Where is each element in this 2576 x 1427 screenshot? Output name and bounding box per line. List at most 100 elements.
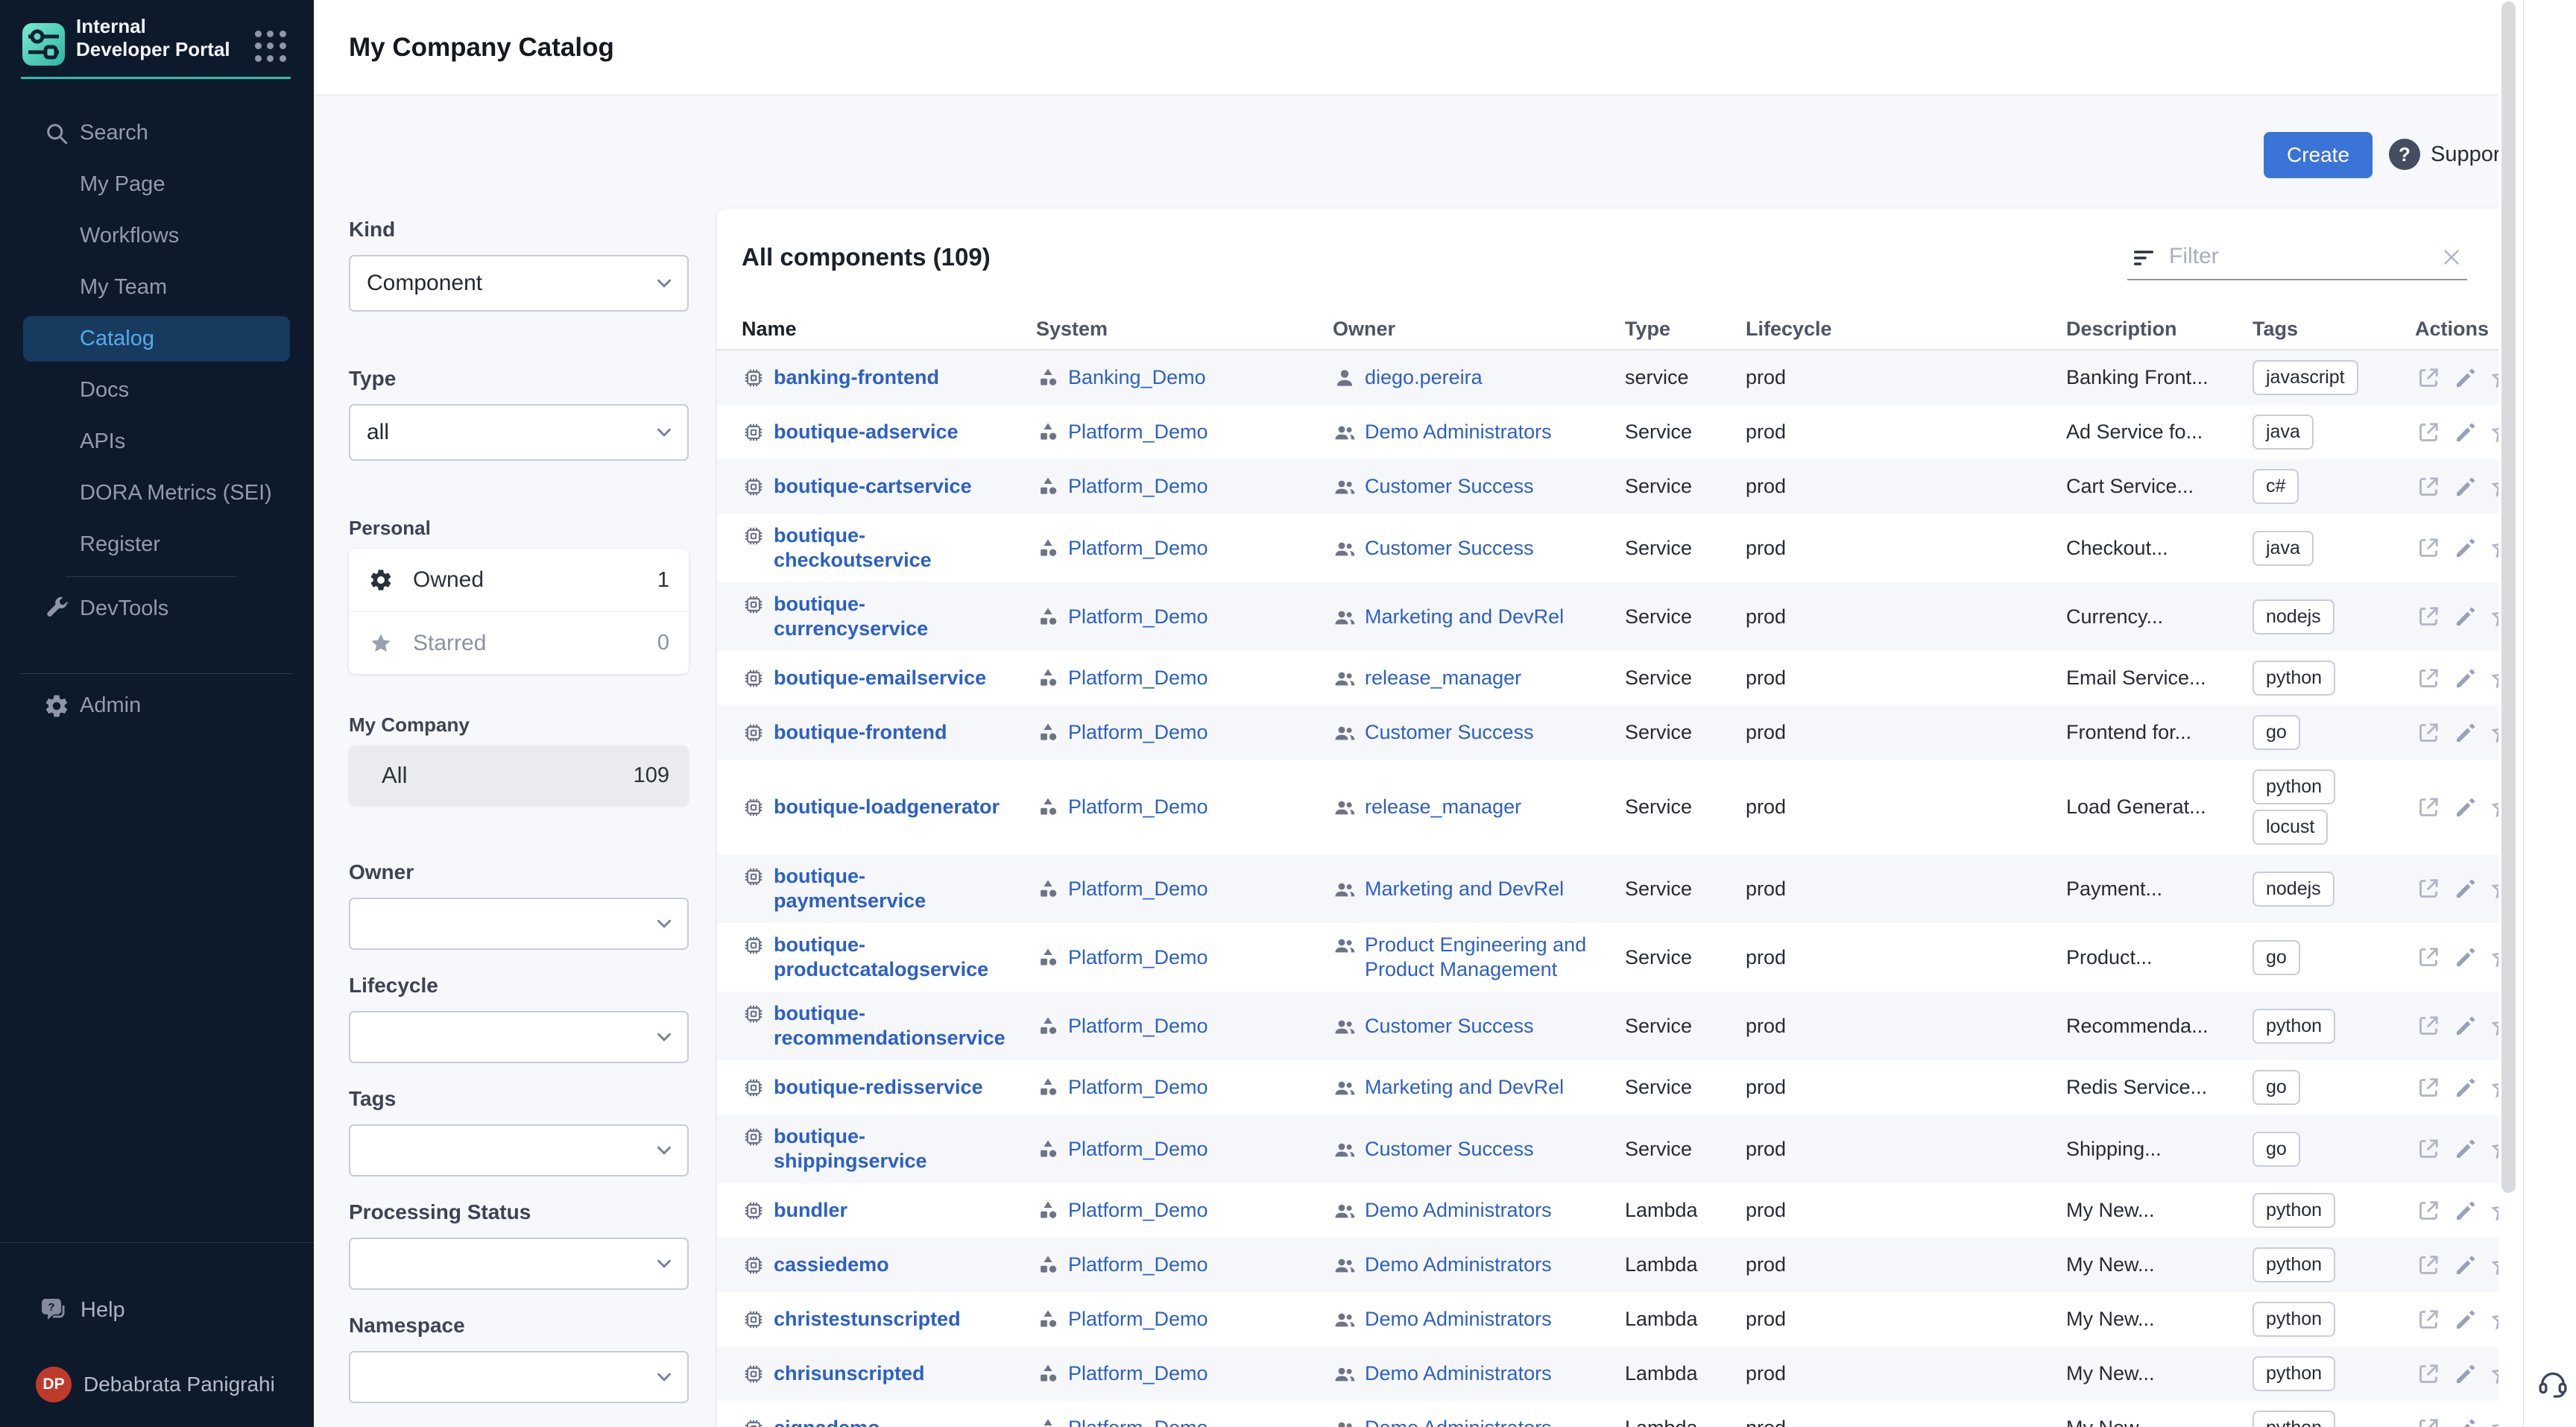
scrollbar-thumb[interactable]: [2501, 1, 2516, 1193]
component-name-link[interactable]: boutique-currencyservice: [774, 592, 1012, 641]
open-in-new-button[interactable]: [2415, 1306, 2442, 1333]
component-name-link[interactable]: cignademo: [774, 1416, 880, 1427]
owner-link[interactable]: Customer Success: [1365, 1137, 1534, 1162]
owner-link[interactable]: Customer Success: [1365, 1014, 1534, 1039]
component-name-link[interactable]: banking-frontend: [774, 365, 939, 390]
sidebar-user[interactable]: DP Debabrata Panigrahi: [0, 1358, 314, 1411]
sidebar-item-workflows[interactable]: Workflows: [0, 210, 314, 262]
sidebar-item-my-page[interactable]: My Page: [0, 159, 314, 210]
table-row[interactable]: boutique-currencyservicePlatform_DemoMar…: [717, 582, 2507, 651]
sidebar-item-register[interactable]: Register: [0, 519, 314, 570]
edit-button[interactable]: [2452, 365, 2479, 391]
table-row[interactable]: boutique-adservicePlatform_DemoDemo Admi…: [717, 405, 2507, 459]
edit-button[interactable]: [2452, 1074, 2479, 1101]
table-row[interactable]: cignademoPlatform_DemoDemo Administrator…: [717, 1401, 2507, 1427]
filter-starred[interactable]: Starred 0: [349, 611, 689, 674]
sidebar-item-apis[interactable]: APIs: [0, 416, 314, 467]
component-name-link[interactable]: boutique-paymentservice: [774, 864, 1012, 913]
open-in-new-button[interactable]: [2415, 1012, 2442, 1039]
open-in-new-button[interactable]: [2415, 719, 2442, 746]
sidebar-item-dora-metrics-sei[interactable]: DORA Metrics (SEI): [0, 467, 314, 519]
system-link[interactable]: Platform_Demo: [1068, 877, 1208, 901]
open-in-new-button[interactable]: [2415, 1074, 2442, 1101]
owner-link[interactable]: Customer Success: [1365, 474, 1534, 499]
component-name-link[interactable]: boutique-loadgenerator: [774, 795, 1000, 819]
table-row[interactable]: boutique-loadgeneratorPlatform_Demorelea…: [717, 760, 2507, 854]
owner-select[interactable]: [349, 898, 689, 950]
edit-button[interactable]: [2452, 875, 2479, 902]
component-name-link[interactable]: christestunscripted: [774, 1307, 961, 1332]
filter-all[interactable]: All 109: [349, 746, 689, 805]
owner-link[interactable]: Demo Administrators: [1365, 1198, 1552, 1223]
open-in-new-button[interactable]: [2415, 665, 2442, 692]
component-name-link[interactable]: boutique-adservice: [774, 420, 959, 444]
table-row[interactable]: bundlerPlatform_DemoDemo AdministratorsL…: [717, 1183, 2507, 1238]
edit-button[interactable]: [2452, 944, 2479, 971]
component-name-link[interactable]: boutique-emailservice: [774, 666, 986, 690]
owner-link[interactable]: Customer Success: [1365, 536, 1534, 561]
table-row[interactable]: boutique-cartservicePlatform_DemoCustome…: [717, 459, 2507, 514]
sidebar-item-devtools[interactable]: DevTools: [0, 583, 314, 634]
open-in-new-button[interactable]: [2415, 473, 2442, 500]
table-row[interactable]: boutique-redisservicePlatform_DemoMarket…: [717, 1060, 2507, 1115]
edit-button[interactable]: [2452, 473, 2479, 500]
component-name-link[interactable]: boutique-recommendationservice: [774, 1001, 1012, 1050]
system-link[interactable]: Platform_Demo: [1068, 945, 1208, 970]
edit-button[interactable]: [2452, 719, 2479, 746]
open-in-new-button[interactable]: [2415, 603, 2442, 630]
component-name-link[interactable]: bundler: [774, 1198, 847, 1223]
edit-button[interactable]: [2452, 1361, 2479, 1387]
open-in-new-button[interactable]: [2415, 419, 2442, 446]
table-row[interactable]: boutique-recommendationservice Platform_D…: [717, 992, 2507, 1060]
edit-button[interactable]: [2452, 1012, 2479, 1039]
system-link[interactable]: Platform_Demo: [1068, 1075, 1208, 1100]
support-link[interactable]: ? Support: [2389, 139, 2507, 170]
edit-button[interactable]: [2452, 419, 2479, 446]
owner-link[interactable]: Marketing and DevRel: [1365, 877, 1564, 901]
system-link[interactable]: Platform_Demo: [1068, 474, 1208, 499]
open-in-new-button[interactable]: [2415, 944, 2442, 971]
owner-link[interactable]: Marketing and DevRel: [1365, 1075, 1564, 1100]
open-in-new-button[interactable]: [2415, 365, 2442, 391]
table-row[interactable]: boutique-productcatalogservice Platform_D…: [717, 923, 2507, 992]
owner-link[interactable]: Demo Administrators: [1365, 420, 1552, 444]
open-in-new-button[interactable]: [2415, 1252, 2442, 1279]
owner-link[interactable]: Demo Administrators: [1365, 1253, 1552, 1277]
component-name-link[interactable]: chrisunscripted: [774, 1361, 925, 1386]
component-name-link[interactable]: boutique-checkoutservice: [774, 523, 1012, 573]
system-link[interactable]: Platform_Demo: [1068, 1361, 1208, 1386]
system-link[interactable]: Platform_Demo: [1068, 795, 1208, 819]
system-link[interactable]: Platform_Demo: [1068, 1253, 1208, 1277]
sidebar-item-catalog[interactable]: Catalog: [0, 313, 314, 365]
system-link[interactable]: Platform_Demo: [1068, 1307, 1208, 1332]
table-row[interactable]: chrisunscriptedPlatform_DemoDemo Adminis…: [717, 1346, 2507, 1401]
table-row[interactable]: christestunscriptedPlatform_DemoDemo Adm…: [717, 1292, 2507, 1346]
system-link[interactable]: Platform_Demo: [1068, 605, 1208, 629]
edit-button[interactable]: [2452, 1306, 2479, 1333]
processing-status-select[interactable]: [349, 1238, 689, 1290]
create-button[interactable]: Create: [2264, 132, 2373, 178]
component-name-link[interactable]: boutique-productcatalogservice: [774, 933, 1012, 982]
table-row[interactable]: boutique-frontendPlatform_DemoCustomer S…: [717, 705, 2507, 760]
open-in-new-button[interactable]: [2415, 875, 2442, 902]
owner-link[interactable]: release_manager: [1365, 666, 1521, 690]
system-link[interactable]: Platform_Demo: [1068, 1014, 1208, 1039]
edit-button[interactable]: [2452, 603, 2479, 630]
filter-owned[interactable]: Owned 1: [349, 549, 689, 611]
edit-button[interactable]: [2452, 794, 2479, 821]
headset-icon[interactable]: [2536, 1366, 2570, 1400]
sidebar-item-help[interactable]: ? Help: [0, 1284, 314, 1336]
open-in-new-button[interactable]: [2415, 1361, 2442, 1387]
table-row[interactable]: boutique-emailservicePlatform_Demoreleas…: [717, 651, 2507, 705]
system-link[interactable]: Platform_Demo: [1068, 1198, 1208, 1223]
edit-button[interactable]: [2452, 1135, 2479, 1162]
owner-link[interactable]: Demo Administrators: [1365, 1416, 1552, 1427]
component-name-link[interactable]: boutique-shippingservice: [774, 1124, 1012, 1174]
system-link[interactable]: Banking_Demo: [1068, 365, 1206, 390]
table-row[interactable]: cassiedemoPlatform_DemoDemo Administrato…: [717, 1238, 2507, 1292]
edit-button[interactable]: [2452, 1252, 2479, 1279]
edit-button[interactable]: [2452, 535, 2479, 561]
table-filter-input[interactable]: [2169, 240, 2408, 273]
table-row[interactable]: boutique-shippingservicePlatform_DemoCus…: [717, 1115, 2507, 1183]
open-in-new-button[interactable]: [2415, 1197, 2442, 1224]
